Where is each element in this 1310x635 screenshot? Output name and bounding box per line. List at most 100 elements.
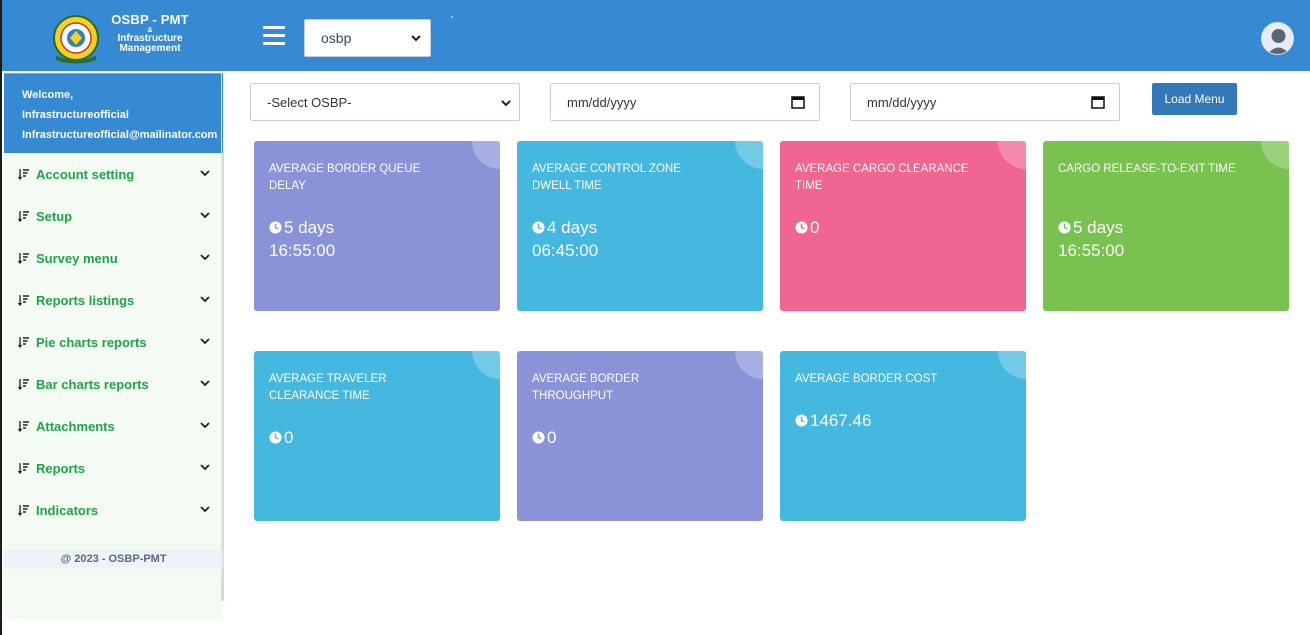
stat-card-title: Average Control Zone Dwell Time [532,163,681,192]
sidebar-item[interactable]: Attachments [4,405,223,447]
sidebar-item[interactable]: Pie charts reports [4,321,223,363]
org-select-value: osbp [321,30,352,46]
load-menu-button[interactable]: Load Menu [1152,83,1237,115]
card-corner-decoration [735,141,763,169]
chevron-down-icon [501,100,511,107]
brand-title: OSBP - PMT & Infrastructure Management [104,13,196,55]
sidebar-item[interactable]: Account setting [4,153,223,195]
chevron-down-icon [200,422,210,429]
clock-icon [532,431,545,444]
chevron-down-icon [200,464,210,471]
osbp-select[interactable]: -Select OSBP- [250,83,520,121]
content-divider [221,71,222,579]
stat-card-title: Cargo Release-to-exit Time [1058,163,1236,175]
osbp-select-value: -Select OSBP- [267,94,352,110]
chevron-down-icon [200,296,210,303]
card-corner-decoration [735,351,763,379]
clock-icon [795,221,808,234]
sidebar-menu: Account setting Setup Survey menu Reports l… [4,153,223,553]
stat-card: Average Control Zone Dwell Time 4 days 06:… [517,141,763,311]
stat-card: Average Border Throughput 0 [517,351,763,521]
sidebar-item-label: Account setting [36,166,135,182]
sidebar-footer: @ 2023 - OSBP-PMT [4,549,223,569]
stat-card-value-line2: 16:55:00 [269,241,336,260]
chevron-down-icon [200,254,210,261]
stat-card: Average Border Cost 1467.46 [780,351,1026,521]
card-corner-decoration [1261,141,1289,169]
sidebar-item-label: Setup [36,208,73,224]
chevron-down-icon [200,380,210,387]
stat-card-value-line1: 0 [284,428,294,447]
chevron-down-icon [200,338,210,345]
sort-amount-icon [18,253,29,264]
chevron-down-icon [200,506,210,513]
calendar-icon[interactable] [791,95,805,109]
org-select[interactable]: osbp [304,19,431,57]
stat-card-value-line1: 0 [547,428,557,447]
clock-icon [1058,221,1071,234]
clock-icon [269,221,282,234]
sidebar-item[interactable]: Setup [4,195,223,237]
sort-amount-icon [18,169,29,180]
hamburger-icon[interactable] [263,26,285,46]
welcome-text: Welcome, [22,89,74,101]
stat-card-title: Average Border Throughput [532,373,640,402]
stat-card-value: 5 days 16:55:00 [1058,216,1268,262]
stat-card-title: Average Traveler Clearance Time [269,373,387,402]
sidebar-item-label: Survey menu [36,250,118,266]
date-to-placeholder: mm/dd/yyyy [867,94,937,110]
stat-card-value-line1: 5 days [284,218,335,237]
stat-card: Average Border Queue Delay 5 days 16:55:00 [254,141,500,311]
stat-card-value: 0 [532,426,742,449]
sidebar-item[interactable]: Reports listings [4,279,223,321]
stat-card-title: Average Border Cost [795,373,938,385]
date-from-input[interactable]: mm/dd/yyyy [550,83,820,121]
card-corner-decoration [998,141,1026,169]
sidebar-item[interactable]: Bar charts reports [4,363,223,405]
clock-icon [795,414,808,427]
sort-amount-icon [18,295,29,306]
sidebar-item-label: Bar charts reports [36,376,149,392]
sort-amount-icon [18,505,29,516]
sidebar-item[interactable]: Reports [4,447,223,489]
chevron-down-icon [200,212,210,219]
card-corner-decoration [472,141,500,169]
brand-line-4: Management [119,43,181,55]
stat-card-title: Average Cargo Clearance Time [795,163,969,192]
stat-card-value: 0 [795,216,1005,239]
sort-amount-icon [18,463,29,474]
welcome-email: Infrastructureofficial@mailinator.com [22,129,218,141]
stat-card-value: 0 [269,426,479,449]
stat-card: Cargo Release-to-exit Time 5 days 16:55:00 [1043,141,1289,311]
clock-icon [269,431,282,444]
welcome-panel: Welcome, Infrastructureofficial Infrastr… [4,73,223,153]
chevron-down-icon [411,35,421,42]
user-avatar-icon[interactable] [1261,22,1294,55]
stat-card-value-line2: 16:55:00 [1058,241,1125,260]
sidebar-item[interactable]: Indicators [4,489,223,531]
brand-line-1: OSBP - PMT [111,12,189,27]
clock-icon [532,221,545,234]
stat-card-value-line1: 4 days [547,218,598,237]
sidebar-item-label: Attachments [36,418,115,434]
stat-card-value-line2: 06:45:00 [532,241,599,260]
top-navbar: OSBP - PMT & Infrastructure Management o… [0,0,1310,71]
loading-dot [451,16,453,18]
stat-card: Average Traveler Clearance Time 0 [254,351,500,521]
stat-card-value-line1: 1467.46 [810,411,872,430]
calendar-icon[interactable] [1091,95,1105,109]
sidebar-item-label: Reports listings [36,292,135,308]
date-to-input[interactable]: mm/dd/yyyy [850,83,1120,121]
stat-card-value: 5 days 16:55:00 [269,216,479,262]
welcome-username: Infrastructureofficial [22,109,129,121]
stat-card-title: Average Border Queue Delay [269,163,421,192]
stat-card-value: 4 days 06:45:00 [532,216,742,262]
card-corner-decoration [998,351,1026,379]
stat-card-value-line1: 5 days [1073,218,1124,237]
stat-card-value-line1: 0 [810,218,820,237]
sidebar-item-label: Reports [36,460,86,476]
sidebar-item-label: Indicators [36,502,99,518]
sidebar-item[interactable]: Survey menu [4,237,223,279]
sidebar: Welcome, Infrastructureofficial Infrastr… [0,71,224,635]
sidebar-item-label: Pie charts reports [36,334,147,350]
